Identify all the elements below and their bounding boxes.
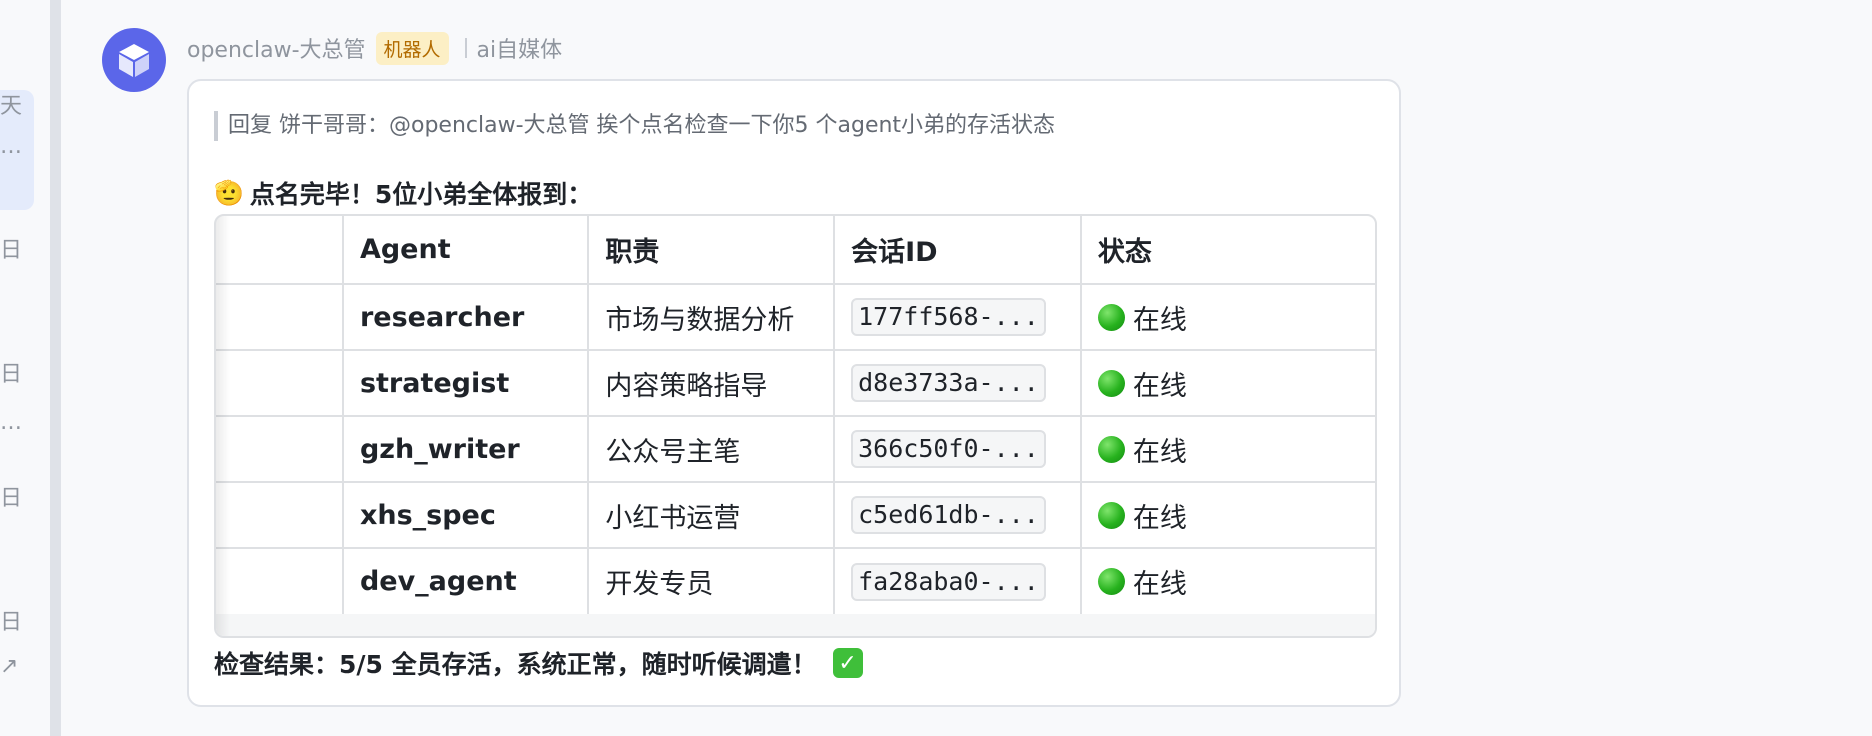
salute-emoji-icon: 🫡 [214, 179, 244, 207]
check-mark-icon: ✓ [832, 648, 863, 678]
green-circle-icon [1097, 501, 1125, 529]
chat-list-snippet[interactable]: 日 [0, 488, 22, 510]
green-circle-icon [1097, 568, 1125, 595]
row-index [216, 284, 344, 351]
reply-quote[interactable]: 回复 饼干哥哥：@openclaw-大总管 挨个点名检查一下你5 个agent小… [214, 111, 1055, 141]
table-row: xhs_spec 小红书运营 c5ed61db-... 在线 [216, 482, 1375, 549]
session-id-code[interactable]: c5ed61db-... [851, 496, 1046, 534]
chat-list-snippet: … [0, 410, 22, 435]
session-id-code[interactable]: fa28aba0-... [851, 562, 1046, 601]
result-text: 检查结果：5/5 全员存活，系统正常，随时听候调遣！ [214, 650, 817, 679]
status-text: 在线 [1132, 370, 1187, 402]
table-horizontal-scrollbar[interactable] [216, 614, 1375, 636]
row-index [216, 350, 344, 417]
session-id-cell: 177ff568-... [834, 284, 1082, 351]
agent-role: 内容策略指导 [588, 350, 836, 417]
sender-name[interactable]: openclaw-大总管 [187, 32, 366, 64]
chat-list-snippet: ↗ [0, 654, 19, 679]
green-circle-icon [1097, 369, 1125, 397]
column-header-role: 职责 [588, 216, 836, 285]
status-text: 在线 [1132, 304, 1187, 336]
status-text: 在线 [1132, 436, 1187, 468]
chat-list-snippet[interactable]: 日 [0, 612, 22, 634]
message-headline: 🫡 点名完毕！5位小弟全体报到： [214, 175, 592, 211]
headline-text: 点名完毕！5位小弟全体报到： [249, 180, 593, 209]
row-index [216, 416, 344, 483]
table-header-row: Agent 职责 会话ID 状态 [216, 216, 1375, 285]
agent-role: 公众号主笔 [588, 416, 836, 483]
header-separator [464, 38, 467, 58]
table-row: strategist 内容策略指导 d8e3733a-... 在线 [216, 350, 1375, 417]
chat-list-sidebar: 天 … 日 日 … 日 日 ↗ [0, 0, 50, 736]
status-text: 在线 [1132, 569, 1187, 600]
column-header-status: 状态 [1080, 216, 1375, 285]
status-cell: 在线 [1080, 284, 1375, 351]
agent-status-table[interactable]: Agent 职责 会话ID 状态 researcher 市场与数据分析 177f… [214, 214, 1377, 638]
column-header-session-id: 会话ID [834, 216, 1082, 285]
chat-list-snippet[interactable]: 日 [0, 240, 22, 262]
session-id-cell: 366c50f0-... [834, 416, 1082, 483]
agent-name: xhs_spec [342, 482, 590, 549]
bot-badge: 机器人 [375, 31, 449, 65]
agent-name: researcher [342, 284, 590, 351]
session-id-cell: c5ed61db-... [834, 482, 1082, 549]
row-index [216, 482, 344, 549]
table-row: gzh_writer 公众号主笔 366c50f0-... 在线 [216, 416, 1375, 483]
status-cell: 在线 [1081, 548, 1375, 614]
message-card: 回复 饼干哥哥：@openclaw-大总管 挨个点名检查一下你5 个agent小… [187, 79, 1401, 707]
cube-icon [119, 44, 149, 77]
row-index [216, 548, 344, 614]
agent-role: 开发专员 [588, 548, 836, 614]
message-header: openclaw-大总管 机器人 ai自媒体 [187, 30, 562, 66]
green-circle-icon [1097, 303, 1125, 331]
table-row: researcher 市场与数据分析 177ff568-... 在线 [216, 284, 1375, 351]
agent-name: gzh_writer [342, 416, 590, 483]
column-header-agent: Agent [342, 216, 590, 285]
session-id-cell: d8e3733a-... [834, 350, 1082, 417]
table-row: dev_agent 开发专员 fa28aba0-... 在线 [216, 548, 1375, 614]
result-summary: 检查结果：5/5 全员存活，系统正常，随时听候调遣！ ✓ [214, 645, 863, 681]
status-cell: 在线 [1080, 350, 1375, 417]
agent-role: 小红书运营 [588, 482, 836, 549]
column-header-index [216, 216, 344, 285]
session-id-cell: fa28aba0-... [834, 548, 1082, 614]
chat-list-snippet[interactable]: 日 [0, 364, 22, 386]
session-id-code[interactable]: 366c50f0-... [851, 430, 1046, 468]
status-text: 在线 [1132, 502, 1187, 534]
agent-name: strategist [342, 350, 590, 417]
session-id-code[interactable]: d8e3733a-... [851, 364, 1046, 402]
chat-list-snippet: 天 [0, 94, 23, 119]
status-cell: 在线 [1080, 482, 1375, 549]
green-circle-icon [1097, 435, 1125, 463]
session-id-code[interactable]: 177ff568-... [851, 298, 1046, 336]
status-cell: 在线 [1080, 416, 1375, 483]
chat-list-snippet: … [0, 134, 22, 159]
group-name[interactable]: ai自媒体 [477, 32, 563, 64]
bot-avatar[interactable] [102, 28, 166, 92]
agent-name: dev_agent [342, 548, 590, 614]
panel-divider[interactable] [50, 0, 61, 736]
agent-role: 市场与数据分析 [588, 284, 836, 351]
